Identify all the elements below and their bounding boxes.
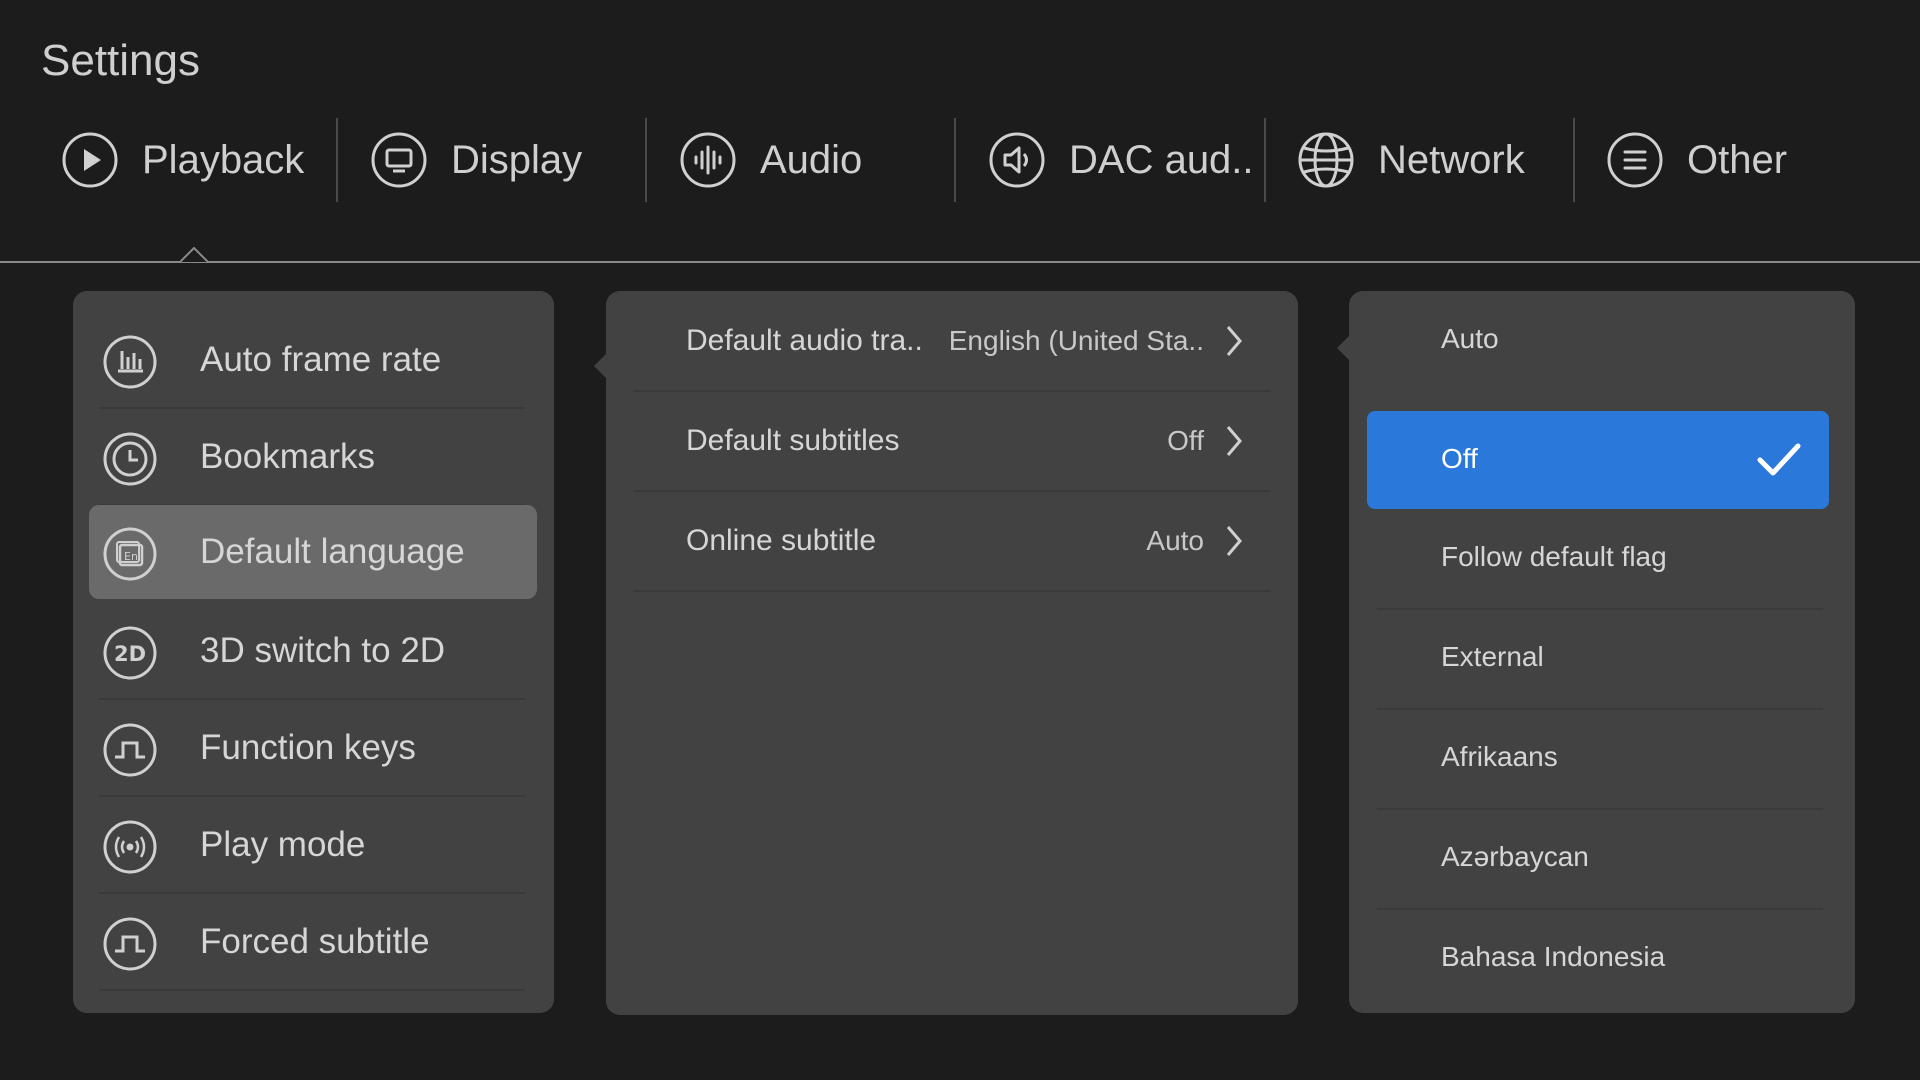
broadcast-icon <box>103 820 157 874</box>
setting-label: Default subtitles <box>686 424 900 457</box>
menu-item-label: Bookmarks <box>200 437 376 476</box>
tab-audio[interactable]: Audio <box>680 118 862 202</box>
setting-value: English (United Sta.. <box>948 325 1204 356</box>
option-label: Afrikaans <box>1441 741 1558 772</box>
setting-label: Online subtitle <box>686 524 877 557</box>
option-label: Follow default flag <box>1441 541 1667 572</box>
settings-category-list: Auto frame rate Bookmarks En Default lan… <box>73 291 554 1013</box>
setting-value: Off <box>1167 425 1204 456</box>
clock-icon <box>103 432 157 486</box>
setting-value: Auto <box>1146 525 1204 556</box>
monitor-icon <box>371 132 427 188</box>
page-title: Settings <box>41 36 200 85</box>
tab-display[interactable]: Display <box>371 118 582 202</box>
globe-icon <box>1298 132 1354 188</box>
menu-item-auto-frame-rate[interactable]: Auto frame rate <box>89 313 537 407</box>
tab-other[interactable]: Other <box>1607 118 1787 202</box>
menu-item-forced-subtitle[interactable]: Forced subtitle <box>89 895 537 989</box>
divider <box>99 795 525 797</box>
tab-playback[interactable]: Playback <box>62 118 304 202</box>
menu-item-label: 3D switch to 2D <box>200 631 446 670</box>
pulse-icon <box>103 917 157 971</box>
language-settings-list: Default audio tra.. English (United Sta.… <box>606 291 1298 1015</box>
tab-divider <box>645 118 647 202</box>
option-label: Azərbaycan <box>1441 841 1589 872</box>
menu-item-label: Play mode <box>200 825 366 864</box>
setting-default-subtitles[interactable]: Default subtitles Off <box>634 391 1270 491</box>
tab-label: Playback <box>142 137 305 182</box>
option-label: Off <box>1441 443 1478 474</box>
option-azerbaycan[interactable]: Azərbaycan <box>1367 809 1829 907</box>
divider <box>99 989 525 991</box>
tab-label: Audio <box>760 137 863 182</box>
setting-label: Default audio tra.. <box>686 324 923 357</box>
bar-chart-icon <box>103 335 157 389</box>
svg-text:En: En <box>124 550 138 563</box>
menu-item-label: Forced subtitle <box>200 922 430 961</box>
checkmark-icon <box>1757 443 1801 476</box>
play-icon <box>62 132 118 188</box>
option-afrikaans[interactable]: Afrikaans <box>1367 709 1829 807</box>
tab-dac-audio[interactable]: DAC aud.. <box>989 118 1254 202</box>
tab-label: Network <box>1378 137 1525 182</box>
option-auto[interactable]: Auto <box>1367 291 1829 389</box>
pulse-icon <box>103 723 157 777</box>
chevron-right-icon <box>1226 526 1242 556</box>
menu-item-label: Function keys <box>200 728 416 767</box>
menu-item-label: Auto frame rate <box>200 340 442 379</box>
chevron-right-icon <box>1226 326 1242 356</box>
divider <box>634 590 1270 592</box>
divider <box>99 892 525 894</box>
option-label: Bahasa Indonesia <box>1441 941 1666 972</box>
menu-item-function-keys[interactable]: Function keys <box>89 701 537 795</box>
audio-wave-icon <box>680 132 736 188</box>
tab-label: Display <box>451 137 583 182</box>
menu-item-default-language[interactable]: En Default language <box>89 505 537 599</box>
tab-underline <box>0 261 1920 263</box>
tab-divider <box>954 118 956 202</box>
menu-item-bookmarks[interactable]: Bookmarks <box>89 410 537 504</box>
active-tab-indicator <box>180 247 208 263</box>
tab-network[interactable]: Network <box>1298 118 1525 202</box>
menu-item-play-mode[interactable]: Play mode <box>89 798 537 892</box>
svg-text:2D: 2D <box>114 642 146 666</box>
tab-divider <box>1264 118 1266 202</box>
option-off[interactable]: Off <box>1367 411 1829 509</box>
subtitle-options-list: Auto Off Follow default flag External Af… <box>1349 291 1855 1013</box>
tab-label: Other <box>1687 137 1788 182</box>
setting-online-subtitle[interactable]: Online subtitle Auto <box>634 491 1270 591</box>
option-label: Auto <box>1441 323 1499 354</box>
setting-default-audio-track[interactable]: Default audio tra.. English (United Sta.… <box>634 291 1270 391</box>
menu-item-3d-switch-to-2d[interactable]: 2D 3D switch to 2D <box>89 604 537 698</box>
speaker-icon <box>989 132 1045 188</box>
language-en-icon: En <box>103 527 157 581</box>
tab-label: DAC aud.. <box>1069 137 1254 182</box>
menu-item-label: Default language <box>200 532 465 571</box>
tab-divider <box>1573 118 1575 202</box>
option-follow-default-flag[interactable]: Follow default flag <box>1367 509 1829 607</box>
chevron-right-icon <box>1226 426 1242 456</box>
settings-page: Settings Playback Display Audio DAC aud.… <box>0 0 1920 1080</box>
option-external[interactable]: External <box>1367 609 1829 707</box>
divider <box>99 407 525 409</box>
option-bahasa-indonesia[interactable]: Bahasa Indonesia <box>1367 909 1829 1007</box>
option-label: External <box>1441 641 1544 672</box>
divider <box>99 698 525 700</box>
2d-icon: 2D <box>103 626 157 680</box>
menu-icon <box>1607 132 1663 188</box>
tab-divider <box>336 118 338 202</box>
